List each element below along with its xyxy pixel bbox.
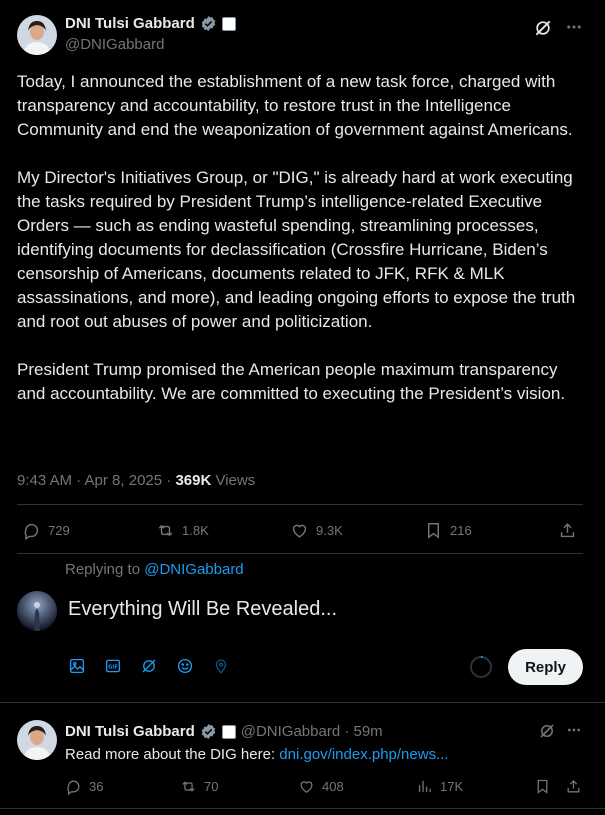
post-timestamp[interactable]: 9:43 AM · Apr 8, 2025 · (17, 472, 175, 489)
reply-submit-button[interactable]: Reply (508, 649, 583, 685)
bookmark-icon (428, 523, 439, 539)
verified-badge-icon[interactable] (200, 723, 217, 740)
author-handle[interactable]: @DNIGabbard (65, 36, 164, 53)
gif-button[interactable]: GIF (104, 657, 122, 680)
government-affiliation-icon[interactable] (221, 16, 236, 31)
reply-repost-button[interactable]: 70 (180, 778, 218, 795)
divider (17, 504, 583, 505)
more-options-icon[interactable] (565, 18, 583, 36)
reply-bookmark-button[interactable] (534, 778, 551, 795)
government-affiliation-icon[interactable] (221, 724, 236, 739)
reply-like-button[interactable]: 408 (298, 778, 344, 795)
views-label: Views (215, 472, 256, 489)
reply-handle-time[interactable]: @DNIGabbard · 59m (241, 723, 383, 740)
share-icon (560, 523, 575, 538)
share-action-button[interactable] (558, 521, 577, 540)
post-metadata: 9:43 AM · Apr 8, 2025 · 369K Views (17, 472, 255, 489)
heart-icon (300, 781, 313, 793)
post-paragraph: President Trump promised the American pe… (17, 360, 566, 403)
location-button[interactable] (212, 657, 230, 680)
gif-icon: GIF (105, 659, 121, 673)
divider (0, 808, 605, 809)
reply-author-avatar[interactable] (17, 720, 57, 760)
heart-icon (292, 524, 307, 538)
divider (0, 702, 605, 703)
reply-text: Read more about the DIG here: dni.gov/in… (65, 746, 449, 763)
reply-link[interactable]: dni.gov/index.php/news... (279, 746, 448, 763)
repost-icon (158, 524, 173, 537)
emoji-button[interactable] (176, 657, 194, 680)
post-paragraph: My Director's Initiatives Group, or "DIG… (17, 168, 576, 331)
user-avatar[interactable] (17, 591, 57, 631)
grok-icon[interactable] (533, 18, 553, 38)
reply-share-button[interactable] (565, 778, 582, 795)
grok-icon (142, 659, 156, 673)
reply-action-button[interactable]: 729 (22, 521, 70, 540)
post-body: Today, I announced the establishment of … (17, 70, 589, 430)
bookmark-action-button[interactable]: 216 (424, 521, 472, 540)
more-options-icon[interactable] (566, 722, 582, 738)
grok-compose-button[interactable] (140, 657, 158, 680)
media-button[interactable] (68, 657, 86, 680)
divider (17, 553, 583, 554)
reply-views-button[interactable]: 17K (416, 778, 463, 795)
reply-reply-button[interactable]: 36 (65, 778, 103, 795)
views-count: 369K (175, 472, 212, 489)
reply-icon (24, 523, 39, 540)
reply-input[interactable]: Everything Will Be Revealed... (68, 598, 337, 621)
author-avatar[interactable] (17, 15, 57, 55)
post-paragraph: Today, I announced the establishment of … (17, 72, 573, 139)
share-icon (567, 779, 580, 793)
reply-avatar-image (17, 720, 57, 760)
repost-icon (182, 781, 195, 792)
user-avatar-image (17, 591, 57, 631)
bookmark-icon (537, 779, 548, 794)
repost-action-button[interactable]: 1.8K (156, 521, 209, 540)
emoji-icon (177, 658, 193, 674)
author-name[interactable]: DNI Tulsi Gabbard (65, 15, 195, 32)
replying-to-handle[interactable]: @DNIGabbard (144, 561, 243, 578)
verified-badge-icon[interactable] (200, 15, 217, 32)
location-pin-icon (215, 659, 227, 674)
reply-icon (67, 780, 80, 795)
avatar-image (17, 15, 57, 55)
grok-icon[interactable] (538, 722, 556, 740)
replying-to: Replying to @DNIGabbard (65, 561, 244, 578)
analytics-icon (418, 780, 431, 793)
character-count-ring-icon (470, 655, 492, 678)
image-icon (69, 658, 85, 674)
like-action-button[interactable]: 9.3K (290, 521, 343, 540)
svg-text:GIF: GIF (108, 664, 118, 670)
reply-author-name[interactable]: DNI Tulsi Gabbard (65, 723, 195, 740)
